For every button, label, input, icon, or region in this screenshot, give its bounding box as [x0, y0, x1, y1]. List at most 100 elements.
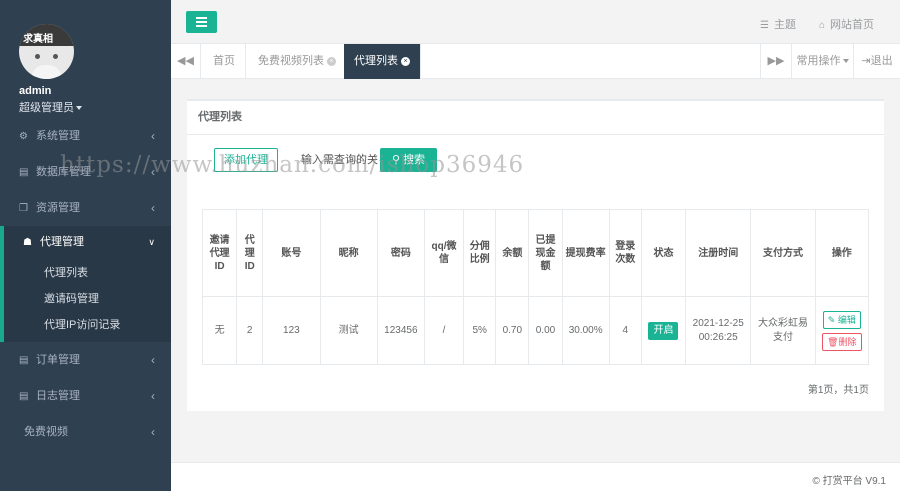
col-header: 登录次数 — [608, 209, 642, 297]
cell-nickname: 测试 — [319, 296, 378, 365]
home-icon: ⌂ — [819, 20, 826, 31]
cell-agent-id: 2 — [236, 296, 264, 365]
sidebar-item-system[interactable]: ⚙ 系统管理 ‹ — [0, 118, 171, 154]
copy-icon: ❐ — [19, 203, 28, 214]
tab-label: 免费视频列表 — [258, 55, 324, 67]
sidebar-item-agents[interactable]: ☗ 代理管理 ∨ — [0, 226, 171, 258]
sidebar-item-label: 订单管理 — [36, 354, 80, 366]
delete-button[interactable]: 🗑删除 — [822, 332, 862, 351]
close-icon[interactable]: × — [327, 56, 336, 66]
cell-fee-rate: 30.00% — [561, 296, 610, 365]
sidebar-item-label: 免费视频 — [24, 426, 68, 438]
pagination-info: 第1页，共1页 — [807, 385, 869, 396]
double-chevron-left-icon: ◀◀ — [177, 55, 194, 67]
chevron-down-icon: ∨ — [148, 237, 155, 247]
tab-agent-list[interactable]: 代理列表 × — [344, 44, 421, 79]
col-header: 注册时间 — [685, 209, 752, 297]
tab-free-videos[interactable]: 免费视频列表 × — [248, 44, 347, 79]
log-icon: ▤ — [19, 391, 29, 402]
tabs-scroll-left-button[interactable]: ◀◀ — [171, 44, 201, 79]
cell-qq: / — [423, 296, 465, 365]
theme-link[interactable]: ☰ 主题 — [760, 16, 796, 32]
sidebar-item-logs[interactable]: ▤ 日志管理 ‹ — [0, 378, 171, 414]
submenu-item-ip-log[interactable]: 代理IP访问记录 — [4, 312, 171, 338]
tab-home[interactable]: 首页 — [203, 44, 246, 79]
theme-label: 主题 — [773, 19, 796, 31]
trash-icon: 🗑 — [827, 336, 839, 347]
cell-logins: 4 — [608, 296, 642, 365]
cell-actions: ✎ 编辑 🗑删除 — [814, 296, 870, 365]
logout-icon: ⇥ — [861, 55, 871, 67]
col-header: 账号 — [262, 209, 321, 297]
agents-table: 邀请代理ID 代理ID 账号 昵称 密码 qq/微信 分佣比例 余额 已提现金额… — [201, 209, 870, 365]
chevron-left-icon: ‹ — [151, 425, 155, 439]
chevron-left-icon: ‹ — [151, 165, 155, 179]
table-header-row: 邀请代理ID 代理ID 账号 昵称 密码 qq/微信 分佣比例 余额 已提现金额… — [201, 209, 870, 297]
tab-label: 首页 — [213, 55, 235, 67]
add-agent-button[interactable]: 添加代理 — [214, 148, 278, 172]
search-button-label: 搜索 — [403, 154, 426, 166]
edit-label: 编辑 — [837, 314, 856, 325]
col-header: 昵称 — [319, 209, 378, 297]
delete-label: 删除 — [838, 336, 857, 347]
sidebar-item-label: 代理管理 — [40, 236, 84, 248]
database-icon: ▤ — [19, 167, 29, 178]
page-title: 代理列表 — [187, 101, 884, 135]
sidebar-item-free-videos[interactable]: 免费视频 ‹ — [0, 414, 171, 450]
chevron-left-icon: ‹ — [151, 353, 155, 367]
close-icon[interactable]: × — [401, 56, 410, 66]
submenu-item-invite-codes[interactable]: 邀请码管理 — [4, 286, 171, 312]
caret-down-icon — [842, 59, 849, 64]
sidebar-item-label: 数据库管理 — [36, 166, 91, 178]
logout-label: 退出 — [870, 55, 893, 67]
chevron-left-icon: ‹ — [151, 201, 155, 215]
search-button[interactable]: ⚲ 搜索 — [380, 148, 437, 172]
col-header: 密码 — [376, 209, 425, 297]
site-home-label: 网站首页 — [830, 19, 875, 31]
search-icon: ⚲ — [391, 154, 400, 166]
chevron-left-icon: ‹ — [151, 389, 155, 403]
user-name: admin — [19, 85, 52, 97]
cell-inviter: 无 — [201, 296, 238, 365]
edit-button[interactable]: ✎ 编辑 — [822, 310, 861, 329]
common-ops-dropdown[interactable]: 常用操作 — [791, 44, 853, 79]
users-icon: ☗ — [23, 237, 32, 248]
submenu-item-agent-list[interactable]: 代理列表 — [4, 260, 171, 286]
list-icon: ▤ — [19, 355, 29, 366]
sidebar-item-orders[interactable]: ▤ 订单管理 ‹ — [0, 342, 171, 378]
tabs-scroll-right-button[interactable]: ▶▶ — [760, 44, 791, 79]
agents-submenu: 代理列表 邀请码管理 代理IP访问记录 — [0, 258, 171, 342]
top-header: ☰ 主题 ⌂ 网站首页 — [171, 0, 900, 44]
status-badge[interactable]: 开启 — [648, 321, 679, 340]
sidebar-item-database[interactable]: ▤ 数据库管理 ‹ — [0, 154, 171, 190]
user-profile: 求真相 admin 超级管理员 — [0, 0, 171, 118]
menu-toggle-button[interactable] — [186, 11, 217, 33]
cell-pay-method: 大众彩虹易支付 — [750, 296, 816, 365]
double-chevron-right-icon: ▶▶ — [767, 55, 785, 67]
gear-icon: ⚙ — [19, 131, 28, 142]
avatar[interactable]: 求真相 — [19, 24, 74, 79]
col-header: 分佣比例 — [463, 209, 497, 297]
site-home-link[interactable]: ⌂ 网站首页 — [819, 16, 874, 32]
col-header: 邀请代理ID — [201, 209, 238, 297]
search-input[interactable] — [291, 148, 379, 172]
common-ops-label: 常用操作 — [796, 55, 841, 67]
cell-password: 123456 — [376, 296, 425, 365]
tabs-bar: ◀◀ 首页 免费视频列表 × 代理列表 × ▶▶ 常用操作 ⇥退出 — [171, 44, 900, 79]
content-panel: 代理列表 添加代理 ⚲ 搜索 邀请代理ID 代理ID 账号 昵称 密码 qq/微… — [187, 99, 884, 411]
user-role-dropdown[interactable]: 超级管理员 — [19, 99, 82, 115]
col-header: 支付方式 — [750, 209, 816, 297]
cell-commission: 5% — [463, 296, 497, 365]
table-row: 无 2 123 测试 123456 / 5% 0.70 0.00 30.00% … — [201, 296, 870, 365]
col-header: qq/微信 — [423, 209, 465, 297]
cell-account: 123 — [262, 296, 321, 365]
col-header: 操作 — [814, 209, 870, 297]
cell-balance: 0.70 — [495, 296, 530, 365]
cell-withdrawn: 0.00 — [528, 296, 563, 365]
edit-icon: ✎ — [827, 314, 836, 325]
col-header: 代理ID — [236, 209, 264, 297]
logout-button[interactable]: ⇥退出 — [853, 44, 900, 79]
list-icon: ☰ — [760, 20, 769, 31]
sidebar-item-label: 系统管理 — [36, 130, 80, 142]
sidebar-item-resources[interactable]: ❐ 资源管理 ‹ — [0, 190, 171, 226]
